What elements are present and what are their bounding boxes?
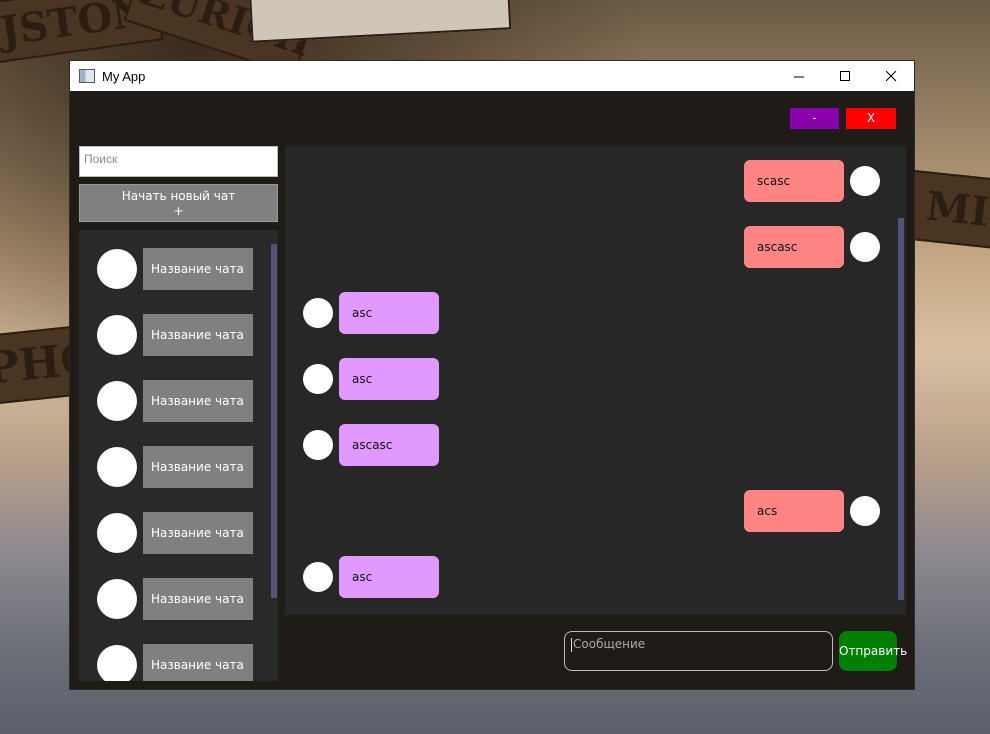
- chat-list[interactable]: Название чата Название чата Название чат…: [79, 230, 278, 681]
- app-minimize-button[interactable]: -: [790, 108, 839, 129]
- avatar: [303, 430, 333, 460]
- app-close-button[interactable]: X: [846, 108, 896, 129]
- avatar: [97, 579, 137, 619]
- chat-list-item[interactable]: Название чата: [97, 446, 257, 488]
- chat-list-scrollbar[interactable]: [271, 244, 277, 598]
- message-scrollbar[interactable]: [898, 218, 904, 600]
- avatar: [303, 562, 333, 592]
- window-title: My App: [102, 68, 146, 84]
- message-outgoing: scasc: [744, 160, 844, 202]
- message-input[interactable]: Сообщение: [564, 631, 833, 671]
- avatar: [97, 381, 137, 421]
- avatar: [850, 166, 880, 196]
- chat-list-item[interactable]: Название чата: [97, 512, 257, 554]
- chat-name: Название чата: [143, 578, 253, 620]
- chat-name: Название чата: [143, 644, 253, 681]
- message-area[interactable]: scasc ascasc asc asc ascasc acs asc: [285, 146, 906, 615]
- chat-name: Название чата: [143, 314, 253, 356]
- chat-list-item[interactable]: Название чата: [97, 380, 257, 422]
- avatar: [97, 513, 137, 553]
- window-maximize-button[interactable]: [822, 61, 868, 91]
- app-icon: [79, 69, 95, 83]
- minimize-icon: [793, 76, 804, 77]
- avatar: [850, 496, 880, 526]
- window-controls: [776, 61, 914, 91]
- new-chat-button[interactable]: Начать новый чат +: [79, 184, 278, 222]
- message-incoming: ascasc: [339, 424, 439, 466]
- chat-list-item[interactable]: Название чата: [97, 248, 257, 290]
- send-button[interactable]: Отправить: [839, 631, 907, 671]
- message-incoming: asc: [339, 556, 439, 598]
- message-outgoing: ascasc: [744, 226, 844, 268]
- window-minimize-button[interactable]: [776, 61, 822, 91]
- avatar: [97, 645, 137, 681]
- chat-name: Название чата: [143, 512, 253, 554]
- avatar: [303, 364, 333, 394]
- message-outgoing: acs: [744, 490, 844, 532]
- avatar: [97, 447, 137, 487]
- close-icon: [885, 70, 896, 81]
- message-input-placeholder: Сообщение: [573, 637, 646, 651]
- window-close-button[interactable]: [868, 61, 914, 91]
- avatar: [97, 249, 137, 289]
- avatar: [97, 315, 137, 355]
- chat-list-item[interactable]: Название чата: [97, 314, 257, 356]
- chat-list-item[interactable]: Название чата: [97, 578, 257, 620]
- message-incoming: asc: [339, 292, 439, 334]
- chat-name: Название чата: [143, 446, 253, 488]
- avatar: [850, 232, 880, 262]
- app-window: My App - X Поиск Начать новый чат + Назв…: [69, 60, 915, 690]
- maximize-icon: [839, 70, 850, 81]
- text-caret: [571, 637, 572, 652]
- chat-name: Название чата: [143, 380, 253, 422]
- chat-list-item[interactable]: Название чата: [97, 644, 257, 681]
- new-chat-label: Начать новый чат: [121, 189, 236, 203]
- avatar: [303, 298, 333, 328]
- background-sign: [248, 0, 512, 43]
- search-input[interactable]: Поиск: [79, 146, 278, 177]
- plus-icon: +: [173, 204, 184, 218]
- message-incoming: asc: [339, 358, 439, 400]
- title-bar[interactable]: My App: [70, 61, 914, 91]
- chat-name: Название чата: [143, 248, 253, 290]
